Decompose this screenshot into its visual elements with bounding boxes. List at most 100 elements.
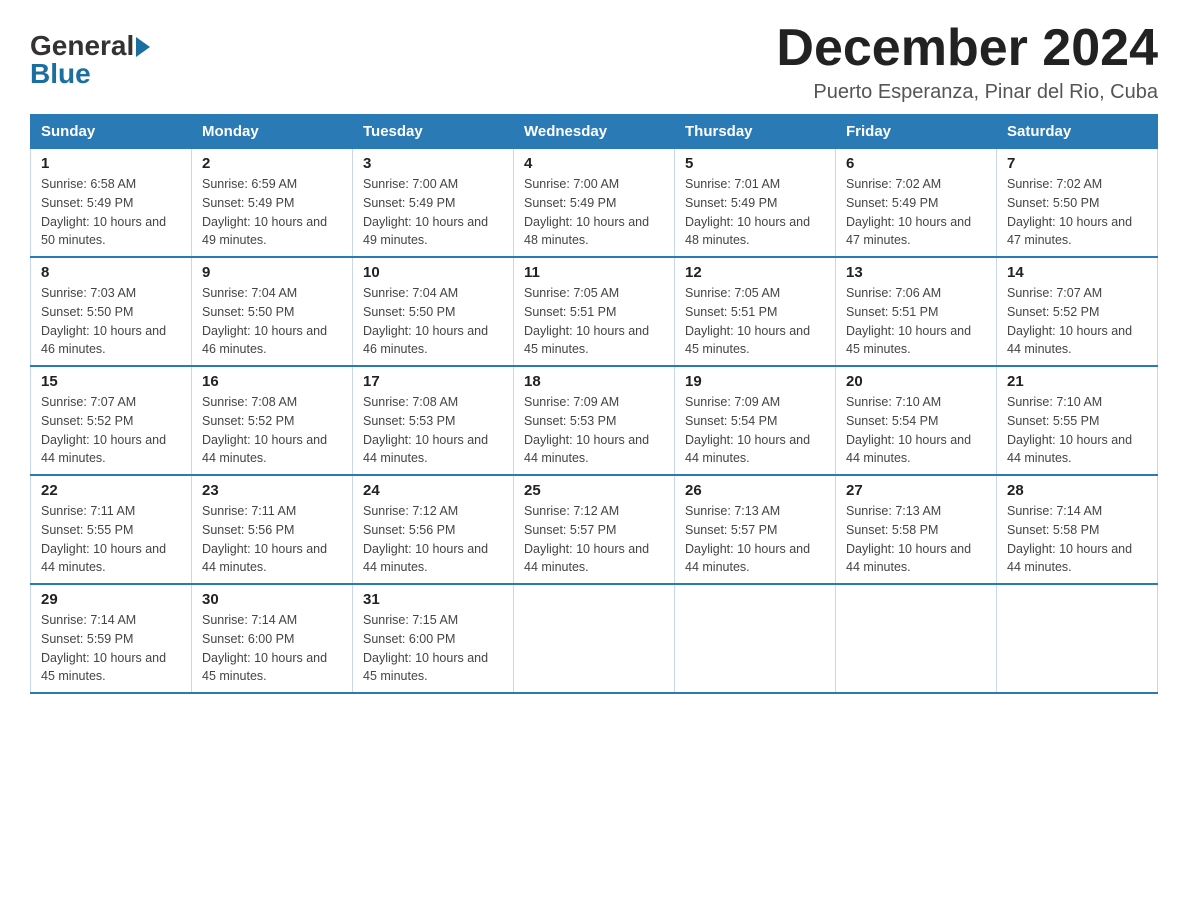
weekday-header-sunday: Sunday [31, 115, 192, 149]
day-info: Sunrise: 7:08 AMSunset: 5:52 PMDaylight:… [202, 395, 327, 465]
calendar-cell: 17 Sunrise: 7:08 AMSunset: 5:53 PMDaylig… [353, 366, 514, 475]
week-row-2: 8 Sunrise: 7:03 AMSunset: 5:50 PMDayligh… [31, 257, 1158, 366]
day-number: 24 [363, 482, 503, 499]
day-info: Sunrise: 7:14 AMSunset: 6:00 PMDaylight:… [202, 613, 327, 683]
day-info: Sunrise: 7:13 AMSunset: 5:58 PMDaylight:… [846, 504, 971, 574]
day-info: Sunrise: 6:59 AMSunset: 5:49 PMDaylight:… [202, 177, 327, 247]
day-number: 12 [685, 264, 825, 281]
calendar-cell: 18 Sunrise: 7:09 AMSunset: 5:53 PMDaylig… [514, 366, 675, 475]
day-number: 23 [202, 482, 342, 499]
logo: General Blue [30, 30, 150, 90]
day-number: 6 [846, 155, 986, 172]
day-number: 28 [1007, 482, 1147, 499]
day-number: 4 [524, 155, 664, 172]
day-number: 2 [202, 155, 342, 172]
calendar-cell: 15 Sunrise: 7:07 AMSunset: 5:52 PMDaylig… [31, 366, 192, 475]
week-row-4: 22 Sunrise: 7:11 AMSunset: 5:55 PMDaylig… [31, 475, 1158, 584]
calendar-cell: 6 Sunrise: 7:02 AMSunset: 5:49 PMDayligh… [836, 149, 997, 258]
calendar-cell: 2 Sunrise: 6:59 AMSunset: 5:49 PMDayligh… [192, 149, 353, 258]
calendar-cell: 24 Sunrise: 7:12 AMSunset: 5:56 PMDaylig… [353, 475, 514, 584]
day-number: 15 [41, 373, 181, 390]
calendar-cell: 14 Sunrise: 7:07 AMSunset: 5:52 PMDaylig… [997, 257, 1158, 366]
day-info: Sunrise: 7:11 AMSunset: 5:56 PMDaylight:… [202, 504, 327, 574]
calendar-cell: 29 Sunrise: 7:14 AMSunset: 5:59 PMDaylig… [31, 584, 192, 693]
day-info: Sunrise: 7:12 AMSunset: 5:57 PMDaylight:… [524, 504, 649, 574]
day-number: 21 [1007, 373, 1147, 390]
weekday-header-monday: Monday [192, 115, 353, 149]
calendar-cell [514, 584, 675, 693]
day-info: Sunrise: 6:58 AMSunset: 5:49 PMDaylight:… [41, 177, 166, 247]
day-info: Sunrise: 7:03 AMSunset: 5:50 PMDaylight:… [41, 286, 166, 356]
day-info: Sunrise: 7:12 AMSunset: 5:56 PMDaylight:… [363, 504, 488, 574]
day-info: Sunrise: 7:15 AMSunset: 6:00 PMDaylight:… [363, 613, 488, 683]
day-number: 19 [685, 373, 825, 390]
week-row-3: 15 Sunrise: 7:07 AMSunset: 5:52 PMDaylig… [31, 366, 1158, 475]
calendar-cell: 8 Sunrise: 7:03 AMSunset: 5:50 PMDayligh… [31, 257, 192, 366]
calendar-table: SundayMondayTuesdayWednesdayThursdayFrid… [30, 114, 1158, 694]
calendar-cell: 3 Sunrise: 7:00 AMSunset: 5:49 PMDayligh… [353, 149, 514, 258]
calendar-cell: 16 Sunrise: 7:08 AMSunset: 5:52 PMDaylig… [192, 366, 353, 475]
day-info: Sunrise: 7:11 AMSunset: 5:55 PMDaylight:… [41, 504, 166, 574]
day-number: 5 [685, 155, 825, 172]
weekday-header-wednesday: Wednesday [514, 115, 675, 149]
calendar-cell: 7 Sunrise: 7:02 AMSunset: 5:50 PMDayligh… [997, 149, 1158, 258]
calendar-cell: 22 Sunrise: 7:11 AMSunset: 5:55 PMDaylig… [31, 475, 192, 584]
day-info: Sunrise: 7:00 AMSunset: 5:49 PMDaylight:… [524, 177, 649, 247]
day-number: 25 [524, 482, 664, 499]
calendar-cell: 13 Sunrise: 7:06 AMSunset: 5:51 PMDaylig… [836, 257, 997, 366]
day-number: 30 [202, 591, 342, 608]
day-number: 16 [202, 373, 342, 390]
day-number: 18 [524, 373, 664, 390]
day-info: Sunrise: 7:00 AMSunset: 5:49 PMDaylight:… [363, 177, 488, 247]
day-number: 7 [1007, 155, 1147, 172]
day-info: Sunrise: 7:05 AMSunset: 5:51 PMDaylight:… [524, 286, 649, 356]
calendar-cell: 19 Sunrise: 7:09 AMSunset: 5:54 PMDaylig… [675, 366, 836, 475]
calendar-cell [836, 584, 997, 693]
day-info: Sunrise: 7:06 AMSunset: 5:51 PMDaylight:… [846, 286, 971, 356]
weekday-header-thursday: Thursday [675, 115, 836, 149]
day-info: Sunrise: 7:02 AMSunset: 5:50 PMDaylight:… [1007, 177, 1132, 247]
week-row-5: 29 Sunrise: 7:14 AMSunset: 5:59 PMDaylig… [31, 584, 1158, 693]
calendar-cell: 21 Sunrise: 7:10 AMSunset: 5:55 PMDaylig… [997, 366, 1158, 475]
page-title: December 2024 [776, 20, 1158, 77]
day-info: Sunrise: 7:07 AMSunset: 5:52 PMDaylight:… [1007, 286, 1132, 356]
calendar-cell: 20 Sunrise: 7:10 AMSunset: 5:54 PMDaylig… [836, 366, 997, 475]
calendar-cell: 11 Sunrise: 7:05 AMSunset: 5:51 PMDaylig… [514, 257, 675, 366]
day-number: 27 [846, 482, 986, 499]
day-number: 14 [1007, 264, 1147, 281]
day-number: 1 [41, 155, 181, 172]
calendar-cell: 9 Sunrise: 7:04 AMSunset: 5:50 PMDayligh… [192, 257, 353, 366]
weekday-header-tuesday: Tuesday [353, 115, 514, 149]
day-number: 9 [202, 264, 342, 281]
day-info: Sunrise: 7:04 AMSunset: 5:50 PMDaylight:… [202, 286, 327, 356]
title-area: December 2024 Puerto Esperanza, Pinar de… [776, 20, 1158, 104]
calendar-cell [675, 584, 836, 693]
day-info: Sunrise: 7:14 AMSunset: 5:58 PMDaylight:… [1007, 504, 1132, 574]
calendar-cell [997, 584, 1158, 693]
calendar-cell: 26 Sunrise: 7:13 AMSunset: 5:57 PMDaylig… [675, 475, 836, 584]
day-info: Sunrise: 7:10 AMSunset: 5:55 PMDaylight:… [1007, 395, 1132, 465]
day-info: Sunrise: 7:14 AMSunset: 5:59 PMDaylight:… [41, 613, 166, 683]
weekday-header-saturday: Saturday [997, 115, 1158, 149]
calendar-cell: 1 Sunrise: 6:58 AMSunset: 5:49 PMDayligh… [31, 149, 192, 258]
day-info: Sunrise: 7:04 AMSunset: 5:50 PMDaylight:… [363, 286, 488, 356]
day-info: Sunrise: 7:09 AMSunset: 5:54 PMDaylight:… [685, 395, 810, 465]
calendar-cell: 25 Sunrise: 7:12 AMSunset: 5:57 PMDaylig… [514, 475, 675, 584]
day-info: Sunrise: 7:07 AMSunset: 5:52 PMDaylight:… [41, 395, 166, 465]
day-info: Sunrise: 7:01 AMSunset: 5:49 PMDaylight:… [685, 177, 810, 247]
day-info: Sunrise: 7:08 AMSunset: 5:53 PMDaylight:… [363, 395, 488, 465]
calendar-cell: 30 Sunrise: 7:14 AMSunset: 6:00 PMDaylig… [192, 584, 353, 693]
subtitle: Puerto Esperanza, Pinar del Rio, Cuba [776, 81, 1158, 104]
week-row-1: 1 Sunrise: 6:58 AMSunset: 5:49 PMDayligh… [31, 149, 1158, 258]
day-info: Sunrise: 7:13 AMSunset: 5:57 PMDaylight:… [685, 504, 810, 574]
day-number: 3 [363, 155, 503, 172]
day-number: 8 [41, 264, 181, 281]
calendar-cell: 28 Sunrise: 7:14 AMSunset: 5:58 PMDaylig… [997, 475, 1158, 584]
calendar-cell: 31 Sunrise: 7:15 AMSunset: 6:00 PMDaylig… [353, 584, 514, 693]
calendar-cell: 5 Sunrise: 7:01 AMSunset: 5:49 PMDayligh… [675, 149, 836, 258]
calendar-cell: 27 Sunrise: 7:13 AMSunset: 5:58 PMDaylig… [836, 475, 997, 584]
weekday-header-row: SundayMondayTuesdayWednesdayThursdayFrid… [31, 115, 1158, 149]
day-info: Sunrise: 7:10 AMSunset: 5:54 PMDaylight:… [846, 395, 971, 465]
logo-blue-text: Blue [30, 58, 91, 90]
day-info: Sunrise: 7:02 AMSunset: 5:49 PMDaylight:… [846, 177, 971, 247]
